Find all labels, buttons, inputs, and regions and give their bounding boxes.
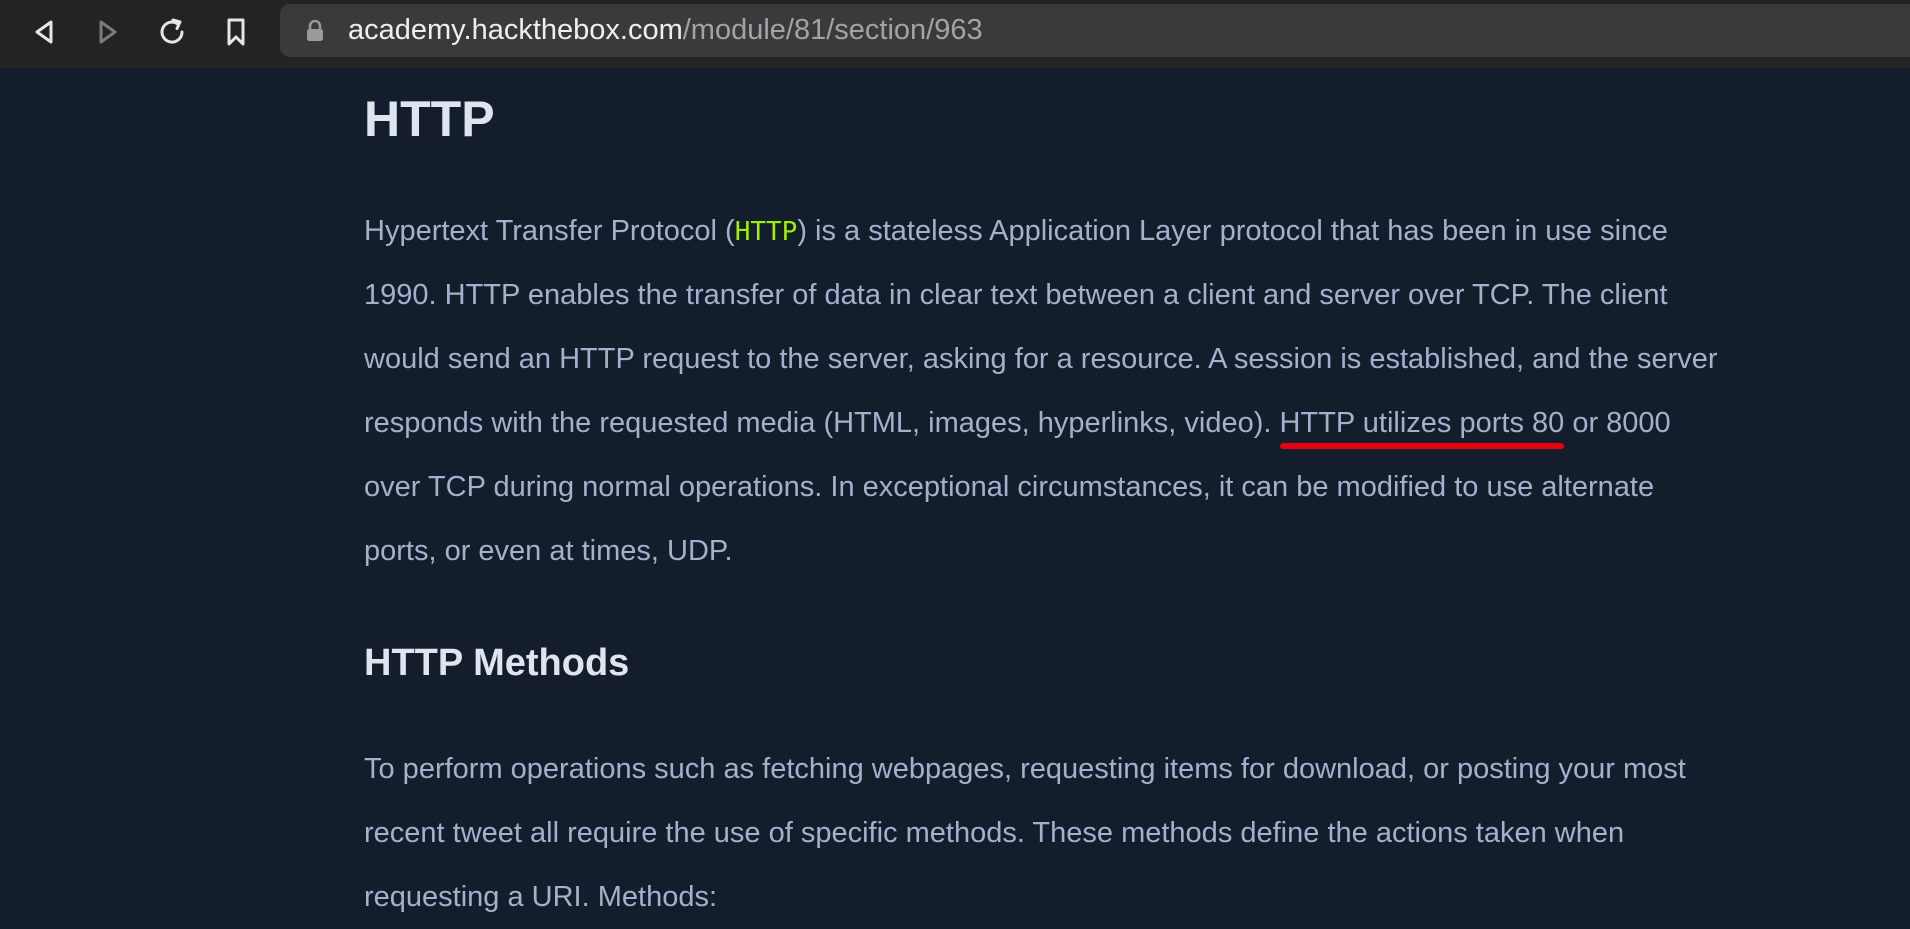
- url-text[interactable]: academy.hackthebox.com/module/81/section…: [348, 4, 983, 57]
- intro-line-4: responds with the requested media (HTML,…: [364, 391, 1864, 455]
- methods-paragraph: To perform operations such as fetching w…: [364, 737, 1864, 929]
- lock-icon: [306, 19, 324, 47]
- intro-paragraph: Hypertext Transfer Protocol (HTTP) is a …: [364, 199, 1864, 583]
- intro-line-1: Hypertext Transfer Protocol (HTTP) is a …: [364, 199, 1864, 263]
- ports-highlight-text: HTTP utilizes ports 80: [1279, 407, 1565, 439]
- reload-icon[interactable]: [152, 12, 192, 52]
- forward-icon[interactable]: [88, 12, 128, 52]
- intro-line-1-post: ) is a stateless Application Layer proto…: [797, 215, 1668, 247]
- page-content: HTTP Hypertext Transfer Protocol (HTTP) …: [0, 68, 1910, 926]
- intro-line-4-pre: responds with the requested media (HTML,…: [364, 407, 1280, 439]
- methods-line-3: requesting a URI. Methods:: [364, 881, 718, 913]
- methods-line-2: recent tweet all require the use of spec…: [364, 817, 1625, 849]
- address-bar[interactable]: academy.hackthebox.com/module/81/section…: [280, 4, 1910, 57]
- ports-highlight: HTTP utilizes ports 80: [1279, 391, 1565, 455]
- red-underline-annotation: [1279, 443, 1565, 449]
- page-title: HTTP: [364, 91, 495, 147]
- back-icon[interactable]: [24, 12, 64, 52]
- intro-line-5: over TCP during normal operations. In ex…: [364, 471, 1655, 503]
- intro-line-4-post: or 8000: [1564, 407, 1671, 439]
- inline-code-http: HTTP: [734, 217, 798, 247]
- intro-line-2: 1990. HTTP enables the transfer of data …: [364, 279, 1668, 311]
- url-host: academy.hackthebox.com: [348, 14, 683, 46]
- methods-line-1: To perform operations such as fetching w…: [364, 753, 1686, 785]
- intro-line-6: ports, or even at times, UDP.: [364, 535, 733, 567]
- section-title-http-methods: HTTP Methods: [364, 642, 630, 684]
- bookmark-icon[interactable]: [216, 12, 256, 52]
- intro-line-3: would send an HTTP request to the server…: [364, 343, 1718, 375]
- intro-line-1-pre: Hypertext Transfer Protocol (: [364, 215, 735, 247]
- browser-toolbar: academy.hackthebox.com/module/81/section…: [0, 0, 1910, 68]
- url-path: /module/81/section/963: [682, 14, 983, 46]
